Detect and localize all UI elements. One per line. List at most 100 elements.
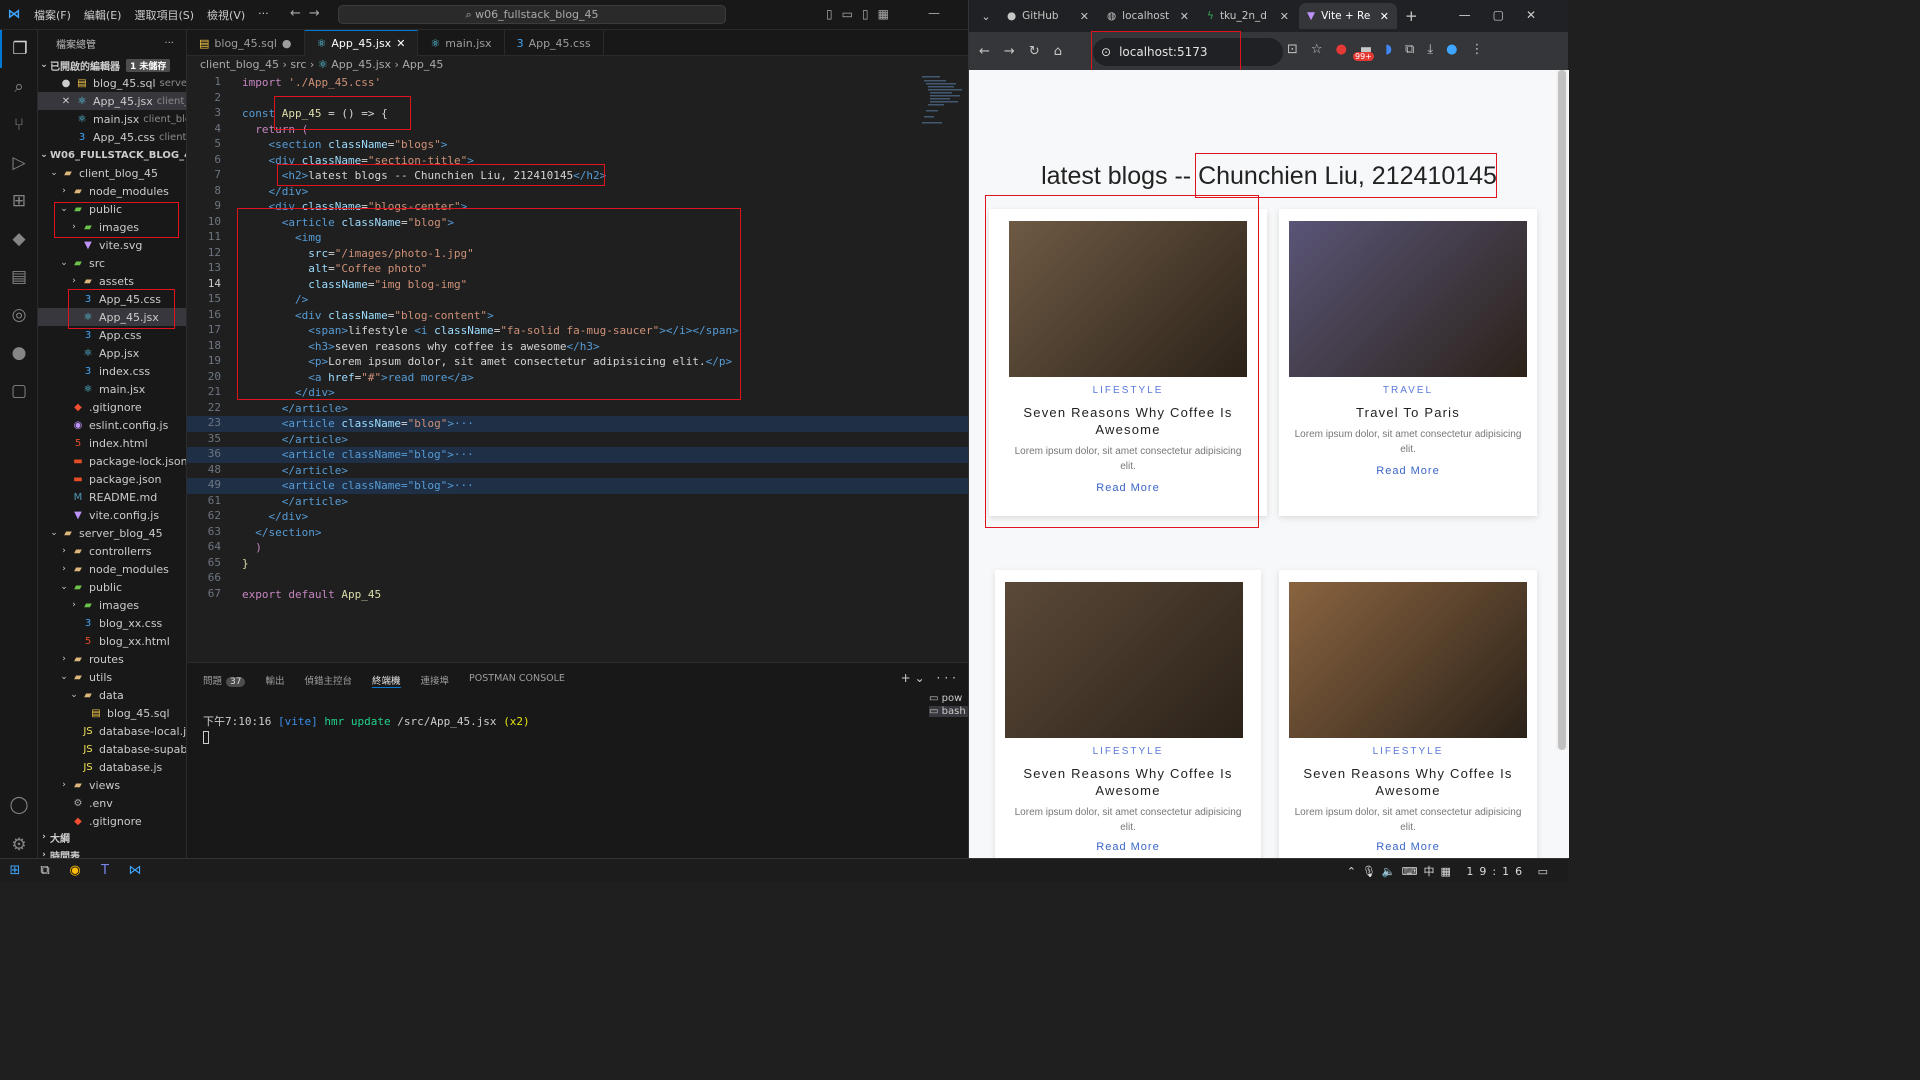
forward-arrow-icon[interactable]: →: [1004, 44, 1015, 59]
tree-folder[interactable]: › ▰ assets: [38, 272, 186, 290]
tab-terminal[interactable]: 終端機: [372, 673, 401, 688]
tree-file[interactable]: 5 blog_xx.html: [38, 632, 186, 650]
tree-folder[interactable]: ⌄ ▰ data: [38, 686, 186, 704]
tree-file[interactable]: ◉ eslint.config.js: [38, 416, 186, 434]
minimize-icon[interactable]: —: [928, 6, 940, 20]
tree-file[interactable]: M README.md: [38, 488, 186, 506]
chevron-down-icon[interactable]: ⌄: [915, 671, 929, 685]
tab-output[interactable]: 輸出: [265, 673, 284, 688]
tree-file[interactable]: ⚛ App.jsx: [38, 344, 186, 362]
open-editor-item[interactable]: ✕⚛ App_45.jsxclient_b...: [38, 92, 186, 110]
start-windows-icon[interactable]: ⊞: [0, 863, 30, 878]
tab-search-icon[interactable]: ⌄: [975, 10, 997, 23]
tree-file[interactable]: 3 index.css: [38, 362, 186, 380]
close-icon[interactable]: ✕: [1180, 10, 1189, 23]
command-center-search[interactable]: ⌕ w06_fullstack_blog_45: [338, 5, 726, 24]
more-actions-icon[interactable]: ···: [164, 38, 174, 49]
tree-folder[interactable]: › ▰ controllerrs: [38, 542, 186, 560]
terminal-output[interactable]: 下午7:10:16 [vite] hmr update /src/App_45.…: [203, 713, 530, 744]
new-terminal-plus-icon[interactable]: +: [901, 671, 915, 685]
browser-tab-active[interactable]: ▼ Vite + Re ✕: [1299, 3, 1397, 29]
tree-file[interactable]: JS database-local.js: [38, 722, 186, 740]
blog-card[interactable]: LIFESTYLE Seven Reasons Why Coffee Is Aw…: [1279, 570, 1537, 858]
tree-folder[interactable]: ⌄ ▰ utils: [38, 668, 186, 686]
tab-app-css[interactable]: 3 App_45.css: [505, 30, 604, 56]
account-icon[interactable]: ◯: [0, 786, 38, 824]
breadcrumb-item[interactable]: App_45.jsx: [331, 58, 391, 71]
volume-icon[interactable]: 🔈: [1382, 865, 1402, 878]
tree-file[interactable]: 3 blog_xx.css: [38, 614, 186, 632]
tree-file[interactable]: 5 index.html: [38, 434, 186, 452]
close-icon[interactable]: ✕: [396, 37, 405, 50]
tree-file[interactable]: ▤ blog_45.sql: [38, 704, 186, 722]
tree-file[interactable]: ▬ package-lock.json: [38, 452, 186, 470]
minimize-icon[interactable]: —: [1459, 8, 1493, 22]
tree-file[interactable]: ⚙ .env: [38, 794, 186, 812]
extension-icon[interactable]: ◗: [1385, 42, 1405, 57]
breadcrumb-item[interactable]: App_45: [402, 58, 443, 71]
project-section[interactable]: ⌄ W06_FULLSTACK_BLOG_45: [38, 146, 186, 164]
menu-kebab-icon[interactable]: ⋮: [1470, 42, 1496, 57]
vscode-taskbar-icon[interactable]: ⋈: [120, 863, 150, 878]
tree-file[interactable]: ⚛ main.jsx: [38, 380, 186, 398]
page-scrollbar[interactable]: [1556, 70, 1568, 750]
python-icon[interactable]: ◆: [0, 220, 38, 258]
tree-folder[interactable]: › ▰ images: [38, 596, 186, 614]
tree-folder[interactable]: › ▰ node_modules: [38, 560, 186, 578]
tree-folder[interactable]: ⌄ ▰ src: [38, 254, 186, 272]
chat-icon[interactable]: ▢: [0, 372, 38, 410]
tree-file[interactable]: JS database-supaba...: [38, 740, 186, 758]
tree-folder[interactable]: ⌄ ▰ client_blog_45: [38, 164, 186, 182]
explorer-icon[interactable]: ❐: [0, 30, 38, 68]
customize-layout-icon[interactable]: ▦: [878, 7, 898, 21]
search-icon[interactable]: ⌕: [0, 68, 38, 106]
back-arrow-icon[interactable]: ←: [979, 44, 990, 59]
maximize-icon[interactable]: ▢: [1493, 8, 1526, 22]
browser-tab[interactable]: ◍ localhost ✕: [1099, 3, 1197, 29]
translate-icon[interactable]: ⊡: [1287, 42, 1311, 57]
menu-edit[interactable]: 編輯(E): [84, 7, 122, 23]
tree-folder[interactable]: ⌄ ▰ public: [38, 578, 186, 596]
notification-icon[interactable]: ▭: [1538, 865, 1554, 878]
tab-ports[interactable]: 連接埠: [421, 673, 450, 688]
close-icon[interactable]: ✕: [1380, 10, 1389, 23]
tree-file[interactable]: JS database.js: [38, 758, 186, 776]
read-more-link[interactable]: Read More: [1279, 841, 1537, 853]
keyboard-icon[interactable]: ⌨: [1402, 865, 1424, 878]
home-icon[interactable]: ⌂: [1054, 44, 1062, 59]
back-arrow-icon[interactable]: ←: [290, 6, 309, 21]
code-editor[interactable]: 1 2 3 4 5 6 7 8 9 10 11 12 13 14 15 16 17 18 19 20 21 22 23 35 3…: [187, 74, 968, 660]
more-actions-icon[interactable]: ···: [937, 671, 960, 685]
tab-postman-console[interactable]: POSTMAN CONSOLE: [469, 673, 565, 688]
postman-icon[interactable]: ●: [0, 334, 38, 372]
close-icon[interactable]: ✕: [1080, 10, 1089, 23]
chevron-up-icon[interactable]: ⌃: [1347, 865, 1362, 878]
git-graph-icon[interactable]: ◎: [0, 296, 38, 334]
menu-view[interactable]: 檢視(V): [207, 7, 245, 23]
tree-file[interactable]: ◆ .gitignore: [38, 398, 186, 416]
chrome-icon[interactable]: ◉: [60, 863, 90, 878]
scrollbar-thumb[interactable]: [1558, 70, 1566, 750]
source-control-icon[interactable]: ⑂: [0, 106, 38, 144]
toggle-panel-icon[interactable]: ▭: [842, 7, 862, 21]
bookmark-star-icon[interactable]: ☆: [1311, 42, 1336, 57]
tab-app-jsx[interactable]: ⚛ App_45.jsx ✕: [304, 30, 419, 56]
menu-file[interactable]: 檔案(F): [34, 7, 71, 23]
tree-file[interactable]: ▬ package.json: [38, 470, 186, 488]
extensions-puzzle-icon[interactable]: ⧉: [1405, 42, 1427, 57]
task-view-icon[interactable]: ⧉: [30, 863, 60, 878]
browser-tab[interactable]: ● GitHub ✕: [999, 3, 1097, 29]
read-more-link[interactable]: Read More: [1279, 465, 1537, 477]
timeline-section[interactable]: › 時間表: [38, 846, 80, 858]
tab-debug-console[interactable]: 偵錯主控台: [304, 673, 352, 688]
run-debug-icon[interactable]: ▷: [0, 144, 38, 182]
blog-card[interactable]: LIFESTYLE Seven Reasons Why Coffee Is Aw…: [995, 570, 1261, 858]
menu-selection[interactable]: 選取項目(S): [134, 7, 194, 23]
breadcrumb-item[interactable]: client_blog_45: [200, 58, 279, 71]
tree-folder[interactable]: › ▰ views: [38, 776, 186, 794]
breadcrumb-item[interactable]: src: [290, 58, 306, 71]
tab-problems[interactable]: 問題 37: [203, 673, 246, 688]
download-icon[interactable]: ⤓: [1427, 42, 1446, 57]
ime-indicator[interactable]: 中: [1423, 865, 1440, 878]
tree-folder[interactable]: ⌄ ▰ server_blog_45: [38, 524, 186, 542]
